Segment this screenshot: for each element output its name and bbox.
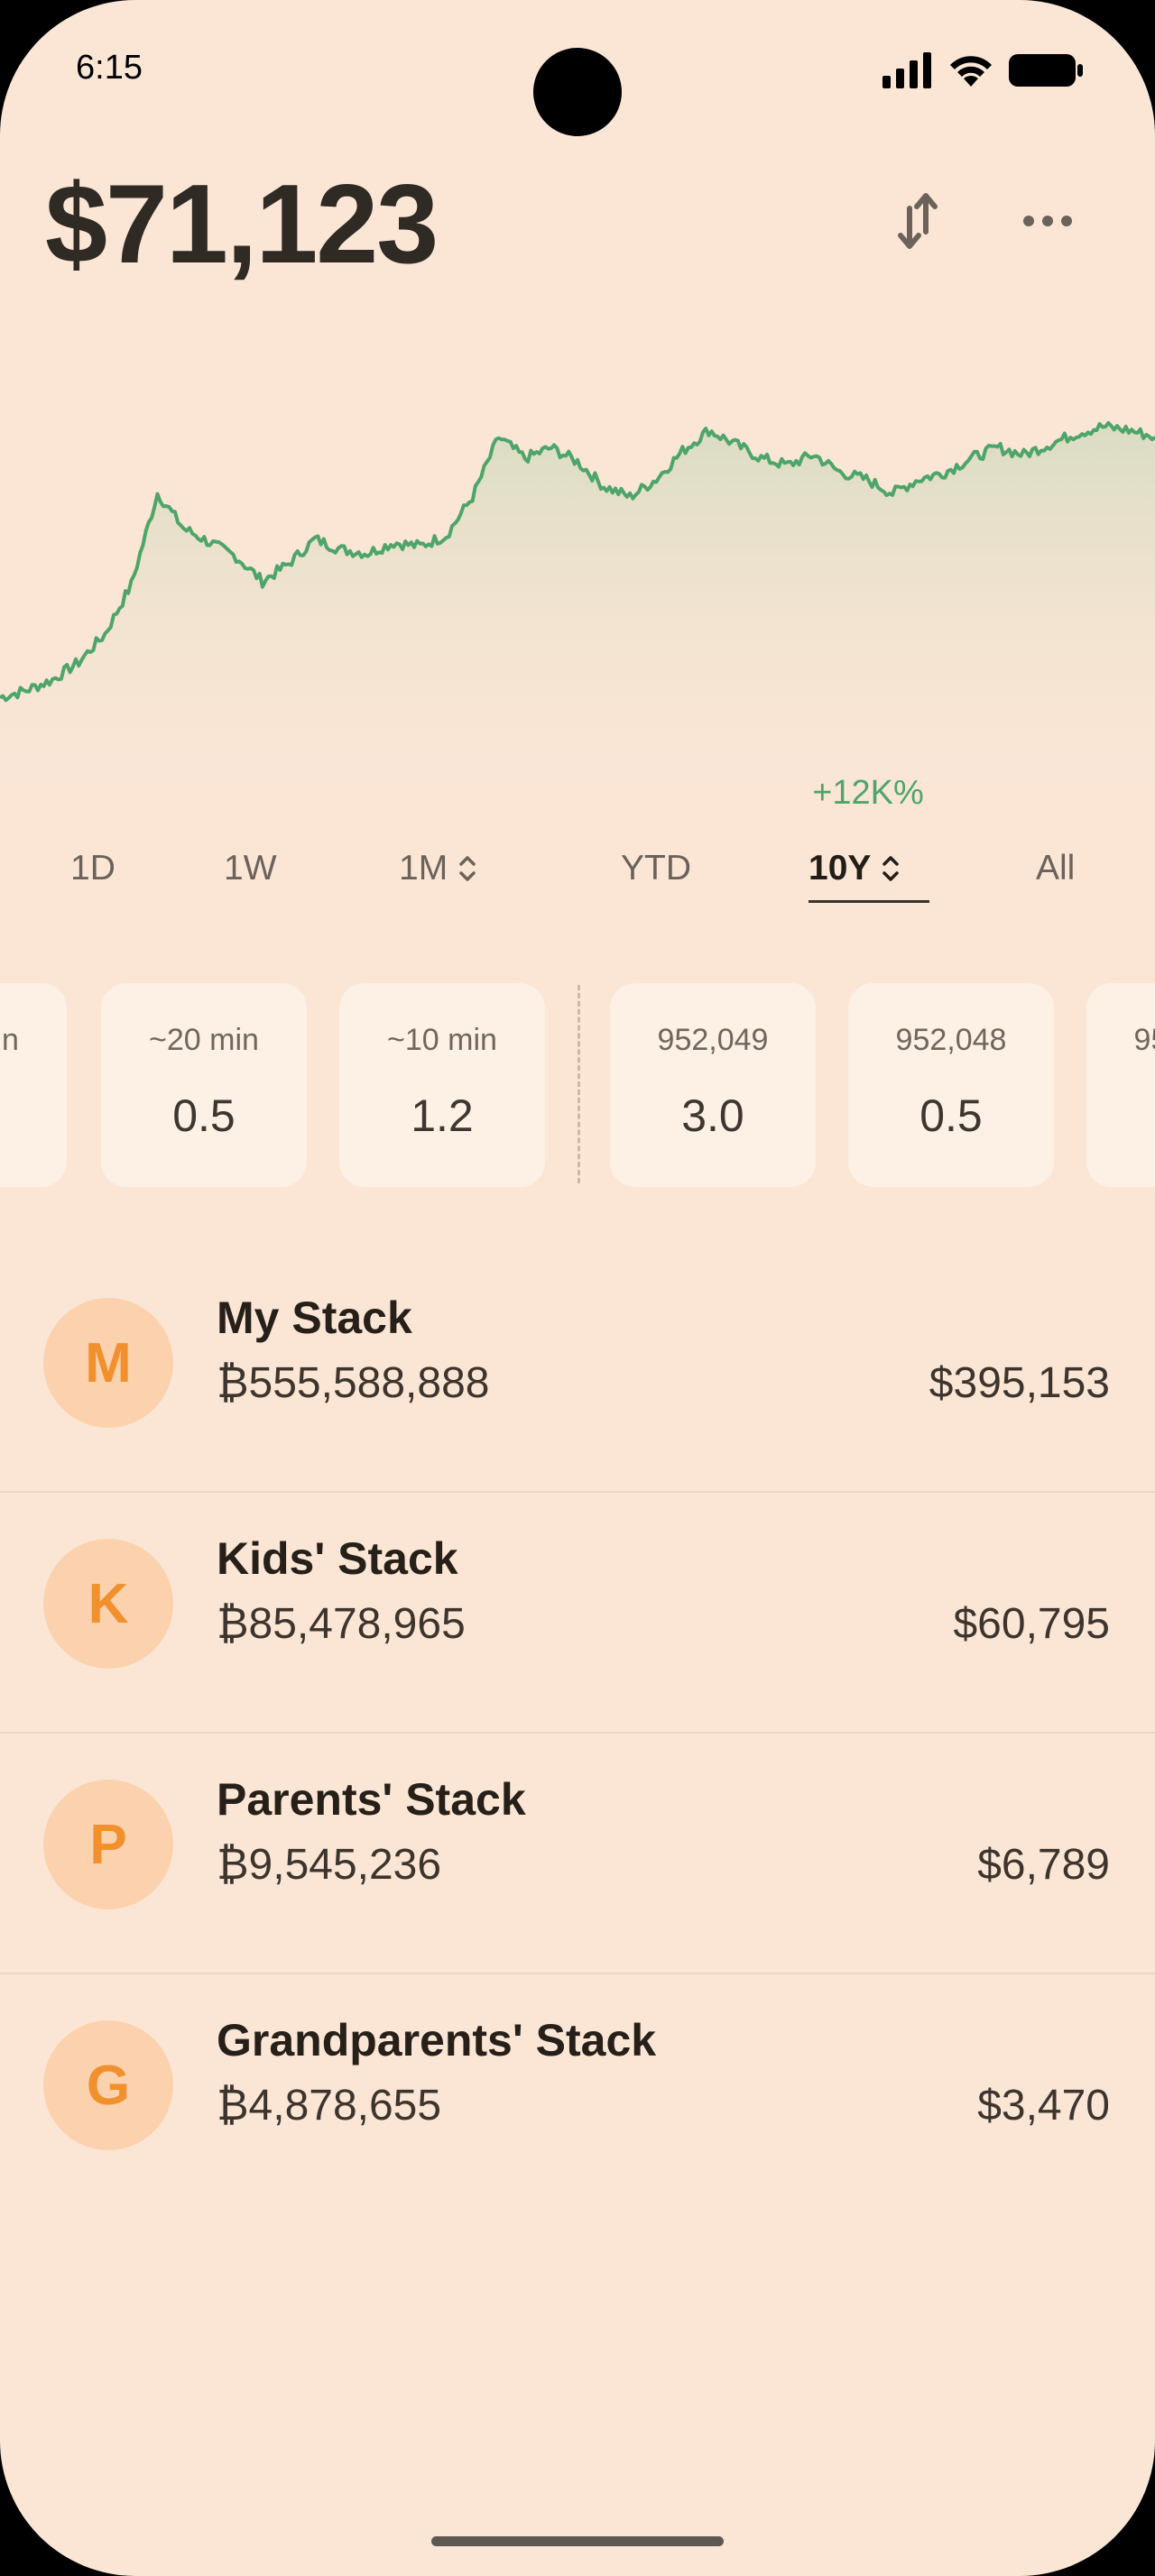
- range-tab-label: 1M: [399, 849, 448, 888]
- active-tab-underline: [808, 900, 929, 903]
- stack-btc-amount: ₿9,545,236: [217, 1841, 442, 1889]
- stack-row[interactable]: P Parents' Stack ₿9,545,236 $6,789: [0, 1734, 1155, 1973]
- stack-avatar: G: [43, 2020, 173, 2150]
- range-tab-label: YTD: [621, 849, 691, 888]
- sort-arrows-icon: [898, 193, 938, 249]
- stack-name: Kids' Stack: [217, 1533, 458, 1584]
- range-tab-label: 10Y: [808, 849, 872, 888]
- stack-usd-amount: $6,789: [977, 1841, 1110, 1889]
- signal-icon: [882, 52, 931, 88]
- block-card-value: 1.0: [1086, 1090, 1155, 1142]
- block-card-label: 952,048: [895, 1023, 1007, 1057]
- block-card[interactable]: ~20 min 0.5: [101, 983, 307, 1187]
- stack-avatar: M: [43, 1298, 173, 1428]
- wifi-icon: [950, 56, 992, 87]
- range-tab-10y[interactable]: 10Y: [808, 846, 900, 891]
- range-tab-label: 1D: [70, 849, 116, 888]
- block-card-value: 0.2: [0, 1090, 67, 1142]
- camera-cutout: [533, 48, 622, 136]
- more-button[interactable]: [1007, 180, 1088, 262]
- range-tab-ytd[interactable]: YTD: [621, 846, 691, 891]
- stack-usd-amount: $3,470: [977, 2082, 1110, 2130]
- stack-row[interactable]: M My Stack ₿555,588,888 $395,153: [0, 1252, 1155, 1492]
- block-card-value: 3.0: [681, 1090, 744, 1141]
- stack-btc-amount: ₿555,588,888: [217, 1359, 490, 1407]
- block-card[interactable]: 952,047 1.0: [1086, 983, 1155, 1187]
- home-indicator[interactable]: [431, 2536, 724, 2546]
- chevron-up-down-icon: [882, 856, 900, 881]
- block-card-value: 0.5: [919, 1090, 983, 1141]
- status-icons: [882, 51, 1085, 90]
- battery-icon: [1009, 54, 1083, 87]
- range-tab-label: All: [1036, 849, 1076, 888]
- stack-usd-amount: $395,153: [929, 1359, 1110, 1407]
- stack-avatar: P: [43, 1780, 173, 1909]
- phone-screen: 6:15 $71,123 +12K% 1D 1W 1M YTD 10Y All …: [0, 0, 1155, 2576]
- portfolio-balance: $71,123: [45, 162, 439, 287]
- stack-btc-amount: ₿85,478,965: [217, 1600, 466, 1648]
- block-card[interactable]: 952,048 0.5: [848, 983, 1054, 1187]
- stack-avatar: K: [43, 1539, 173, 1669]
- block-card-label: ~20 min: [149, 1023, 259, 1057]
- chart-area-fill: [0, 422, 1155, 794]
- status-time: 6:15: [76, 49, 143, 87]
- stack-name: Parents' Stack: [217, 1774, 526, 1825]
- chevron-up-down-icon: [459, 856, 476, 881]
- block-card-label: ~10 min: [387, 1023, 497, 1057]
- range-tab-label: 1W: [224, 849, 277, 888]
- stack-btc-amount: ₿4,878,655: [217, 2082, 442, 2130]
- more-horizontal-icon: [1023, 216, 1072, 226]
- cards-divider: [578, 985, 580, 1183]
- range-tab-1d[interactable]: 1D: [70, 846, 116, 891]
- block-card-value: 0.5: [172, 1090, 236, 1141]
- stack-row[interactable]: K Kids' Stack ₿85,478,965 $60,795: [0, 1493, 1155, 1733]
- block-card-label: 952,049: [657, 1023, 769, 1057]
- block-card-value: 1.2: [411, 1090, 474, 1141]
- block-card-label: ~30 min: [0, 1023, 19, 1057]
- range-tab-1w[interactable]: 1W: [224, 846, 277, 891]
- block-card[interactable]: 952,049 3.0: [610, 983, 816, 1187]
- stack-row[interactable]: G Grandparents' Stack ₿4,878,655 $3,470: [0, 1974, 1155, 2214]
- stack-usd-amount: $60,795: [953, 1600, 1110, 1648]
- block-card[interactable]: ~10 min 1.2: [339, 983, 545, 1187]
- stack-name: My Stack: [217, 1293, 412, 1343]
- period-change-label: +12K%: [812, 774, 924, 812]
- block-card-label: 952,047: [1133, 1023, 1155, 1057]
- sort-button[interactable]: [877, 180, 958, 262]
- stack-name: Grandparents' Stack: [217, 2015, 657, 2065]
- range-tab-1m[interactable]: 1M: [399, 846, 476, 891]
- price-chart[interactable]: [0, 361, 1155, 794]
- block-card[interactable]: ~30 min 0.2: [0, 983, 67, 1187]
- range-tab-all[interactable]: All: [1036, 846, 1075, 891]
